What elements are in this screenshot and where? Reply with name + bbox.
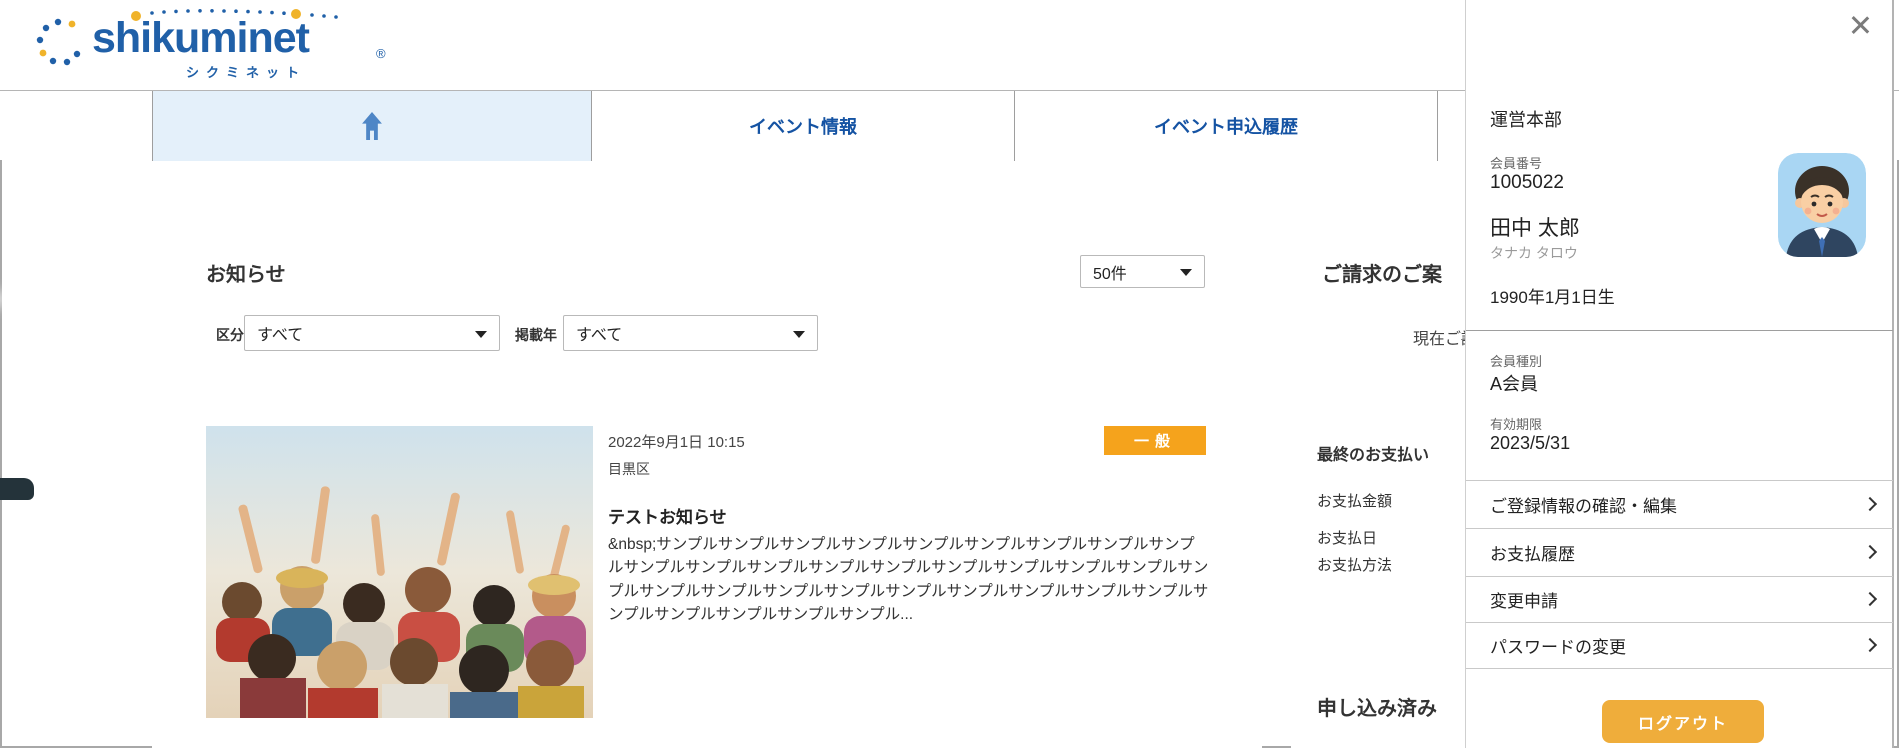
tab-home[interactable]	[152, 91, 591, 161]
news-category-badge: 一般	[1104, 426, 1206, 455]
logo-kana: シクミネット	[186, 62, 306, 81]
tab-event-history-label: イベント申込履歴	[1154, 113, 1298, 139]
tab-event-history[interactable]: イベント申込履歴	[1014, 91, 1438, 161]
expiry-label: 有効期限	[1490, 414, 1542, 433]
news-datetime: 2022年9月1日 10:15	[608, 431, 745, 452]
year-filter-label: 掲載年	[515, 325, 557, 345]
member-no-value: 1005022	[1490, 172, 1564, 194]
logout-button[interactable]: ログアウト	[1602, 700, 1764, 743]
member-panel: 運営本部 会員番号 1005022 田中 太郎 タナカ タロウ 1990年1月1…	[1465, 0, 1894, 748]
tab-event-info[interactable]: イベント情報	[591, 91, 1014, 161]
news-thumbnail	[206, 426, 593, 718]
payment-amount-label: お支払金額	[1317, 490, 1392, 511]
notices-title: お知らせ	[206, 258, 286, 287]
tab-event-info-label: イベント情報	[749, 113, 857, 139]
member-name-kana: タナカ タロウ	[1490, 243, 1578, 263]
page-size-value: 50件	[1093, 260, 1127, 284]
menu-item-change-request[interactable]: 変更申請	[1466, 577, 1893, 623]
billing-title: ご請求のご案	[1322, 258, 1442, 287]
home-icon	[358, 110, 386, 142]
expiry-value: 2023/5/31	[1490, 433, 1570, 454]
menu-item-change-password-label: パスワードの変更	[1490, 633, 1626, 658]
app-window: shikuminet ® シクミネット イベント情報 イベント申込履歴 お知らせ…	[0, 0, 1899, 748]
category-filter-select[interactable]: すべて	[244, 315, 500, 351]
payment-date-label: お支払日	[1317, 527, 1377, 548]
logo-registered-mark: ®	[376, 46, 386, 61]
logo-wordmark: shikuminet	[92, 14, 309, 63]
chevron-down-icon	[793, 331, 805, 338]
menu-item-profile-edit[interactable]: ご登録情報の確認・編集	[1466, 480, 1893, 529]
chevron-right-icon	[1863, 544, 1877, 558]
member-no-label: 会員番号	[1490, 153, 1542, 172]
chevron-right-icon	[1863, 591, 1877, 605]
category-filter-label: 区分	[216, 325, 244, 345]
category-filter-value: すべて	[257, 321, 303, 345]
last-payment-title: 最終のお支払い	[1317, 441, 1429, 465]
year-filter-value: すべて	[576, 321, 622, 345]
page-size-select[interactable]: 50件	[1080, 255, 1205, 288]
brand-logo[interactable]: shikuminet ® シクミネット	[36, 6, 396, 82]
member-type-label: 会員種別	[1490, 351, 1542, 370]
year-filter-select[interactable]: すべて	[563, 315, 818, 351]
member-org: 運営本部	[1490, 106, 1562, 132]
member-name: 田中 太郎	[1490, 212, 1580, 242]
surf-decor	[82, 482, 134, 489]
chevron-down-icon	[1180, 269, 1192, 276]
panel-divider	[1466, 330, 1893, 331]
member-type-value: A会員	[1490, 370, 1538, 396]
menu-item-change-request-label: 変更申請	[1490, 587, 1558, 612]
notices-card: お知らせ 50件 区分 すべて 掲載年 すべて	[152, 213, 1262, 748]
menu-item-profile-edit-label: ご登録情報の確認・編集	[1490, 492, 1677, 517]
chevron-right-icon	[1863, 637, 1877, 651]
news-area: 目黒区	[608, 459, 650, 479]
news-title: テストお知らせ	[608, 503, 727, 528]
applied-events-title: 申し込み済み	[1317, 692, 1437, 721]
close-icon[interactable]	[1847, 12, 1873, 38]
menu-item-payment-history-label: お支払履歴	[1490, 540, 1575, 565]
chevron-down-icon	[475, 331, 487, 338]
chevron-right-icon	[1863, 496, 1877, 510]
logo-dot-circle-icon	[36, 16, 82, 68]
avatar	[1778, 153, 1866, 257]
news-body-excerpt: &nbsp;サンプルサンプルサンプルサンプルサンプルサンプルサンプルサンプルサン…	[608, 533, 1210, 626]
menu-item-payment-history[interactable]: お支払履歴	[1466, 529, 1893, 577]
payment-method-label: お支払方法	[1317, 554, 1392, 575]
island-decor	[0, 478, 34, 500]
member-birthday: 1990年1月1日生	[1490, 283, 1615, 308]
menu-item-change-password[interactable]: パスワードの変更	[1466, 623, 1893, 669]
